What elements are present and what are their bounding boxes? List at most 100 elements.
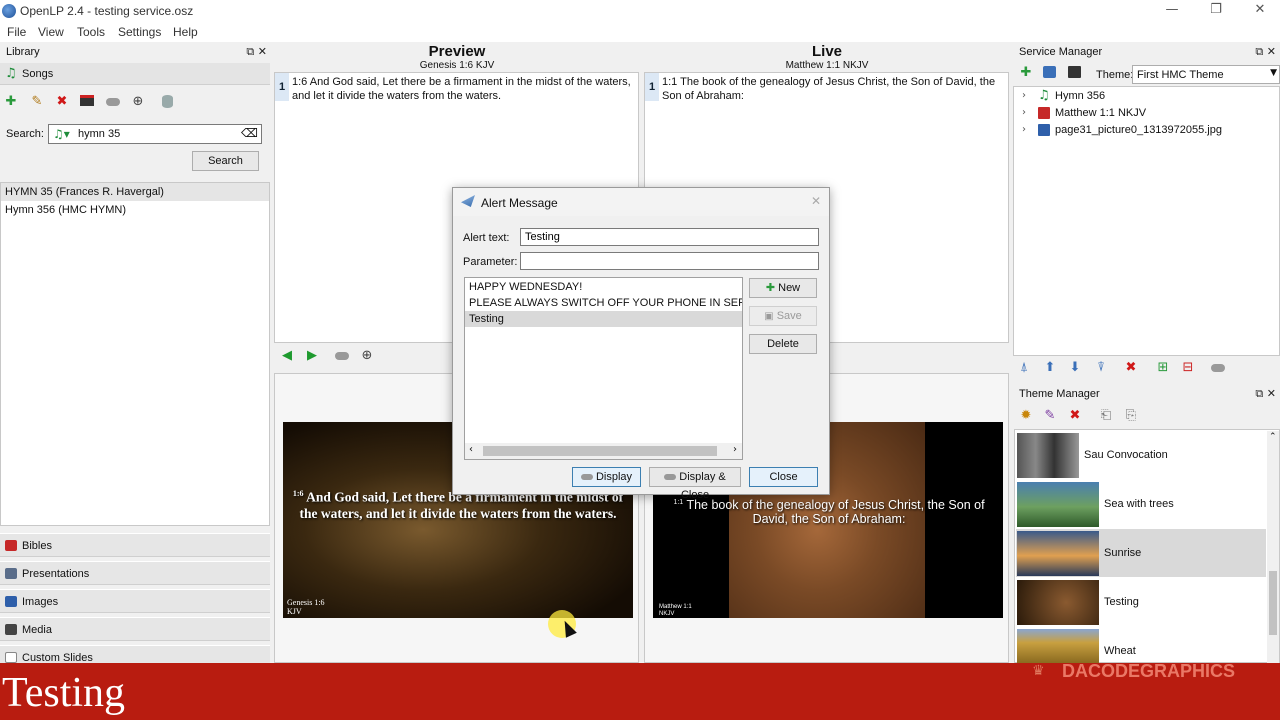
theme-thumbnail [1017,580,1099,625]
expand-chevron-icon[interactable]: › [1022,124,1026,135]
slide-row[interactable]: 1 1:6 And God said, Let there be a firma… [275,73,638,103]
search-label: Search: [6,128,44,140]
display-close-button[interactable]: Display & Close [649,467,741,501]
menu-view[interactable]: View [38,25,64,39]
search-button[interactable]: Search [192,151,259,171]
list-item-selected[interactable]: Testing [465,311,742,327]
new-service-icon[interactable]: ✚ [1019,66,1033,80]
category-label: Media [22,624,52,636]
move-down-icon[interactable]: ⬇ [1068,361,1082,375]
music-note-icon: ♫ [1038,88,1050,103]
database-icon[interactable] [162,95,176,109]
chevron-down-icon: ▼ [1270,68,1277,78]
open-service-icon[interactable] [1043,66,1057,80]
presentation-icon [5,568,17,579]
new-button[interactable]: ✚ New [749,278,817,298]
move-up-icon[interactable]: ⬆ [1043,361,1057,375]
go-live-icon[interactable] [335,349,349,363]
go-live-icon[interactable] [1211,361,1225,375]
scroll-left-icon[interactable]: ‹ [469,444,473,455]
parameter-input[interactable] [520,252,819,270]
dock-float-close-icons[interactable]: ⧉ ✕ [246,45,267,59]
menu-file[interactable]: File [7,25,26,39]
scroll-right-icon[interactable]: › [733,444,737,455]
menu-tools[interactable]: Tools [77,25,105,39]
theme-item[interactable]: Sau Convocation [1016,431,1266,479]
delete-song-icon[interactable]: ✖ [55,95,69,109]
category-images[interactable]: Images [0,589,270,613]
list-item[interactable]: PLEASE ALWAYS SWITCH OFF YOUR PHONE IN S… [465,295,742,311]
search-input[interactable]: ♫▾ hymn 35 ⌫ [48,124,262,144]
theme-select[interactable]: First HMC Theme ▼ [1132,65,1280,84]
export-theme-icon[interactable]: ⎘ [1124,409,1138,423]
menu-settings[interactable]: Settings [118,25,161,39]
list-item[interactable]: HYMN 35 (Frances R. Havergal) [1,183,269,201]
expand-chevron-icon[interactable]: › [1022,107,1026,118]
alert-banner: Testing ♛ DACODEGRAPHICS [0,661,1280,720]
save-service-icon[interactable] [1068,66,1082,80]
footer-reference: Matthew 1:1 [659,604,692,610]
category-presentations[interactable]: Presentations [0,561,270,585]
slide-number: 1 [275,73,289,101]
horizontal-scrollbar[interactable]: ‹ › [465,443,742,459]
collapse-all-icon[interactable]: ⊟ [1181,361,1195,375]
add-to-service-icon[interactable]: ⊕ [131,95,145,109]
edit-song-icon[interactable]: ✎ [30,95,44,109]
import-theme-icon[interactable]: ⎗ [1099,409,1113,423]
category-media[interactable]: Media [0,617,270,641]
previous-slide-icon[interactable]: ◀ [280,349,294,363]
theme-item-selected[interactable]: Sunrise [1016,529,1266,577]
new-song-icon[interactable]: ✚ [4,95,18,109]
next-slide-icon[interactable]: ▶ [305,349,319,363]
theme-item[interactable]: Sea with trees [1016,480,1266,528]
watermark-text: DACODEGRAPHICS [1062,661,1236,681]
minimize-button[interactable]: — [1160,2,1184,20]
scrollbar-thumb[interactable] [483,446,717,456]
dialog-titlebar: Alert Message ✕ [453,188,829,216]
theme-label: Sunrise [1104,547,1142,559]
delete-item-icon[interactable]: ✖ [1124,361,1138,375]
slide-row[interactable]: 1 1:1 The book of the genealogy of Jesus… [645,73,1008,103]
new-theme-icon[interactable]: ✹ [1019,409,1033,423]
theme-list-scrollbar[interactable]: ⌃ [1267,431,1279,663]
song-type-dropdown-icon[interactable]: ♫▾ [53,127,70,141]
delete-theme-icon[interactable]: ✖ [1068,409,1082,423]
scrollbar-thumb[interactable] [1269,571,1277,635]
slide-text: 1:1 The book of the genealogy of Jesus C… [662,76,996,102]
songs-section-header[interactable]: ♫ Songs [0,63,270,85]
scroll-up-icon[interactable]: ⌃ [1269,431,1277,442]
close-window-button[interactable]: ✕ [1248,2,1272,20]
dock-float-close-icons[interactable]: ⧉ ✕ [1255,45,1276,59]
expand-all-icon[interactable]: ⊞ [1156,361,1170,375]
menu-help[interactable]: Help [173,25,198,39]
add-to-service-icon[interactable]: ⊕ [360,349,374,363]
close-button[interactable]: Close [749,467,818,487]
clear-search-icon[interactable]: ⌫ [241,126,258,140]
preview-song-icon[interactable] [80,95,94,109]
footer-reference: Genesis 1:6 [287,598,325,607]
live-song-icon[interactable] [106,95,120,109]
move-to-top-icon[interactable]: ⍋ [1017,361,1031,375]
save-button[interactable]: ▣ Save [749,306,817,326]
theme-item[interactable]: Wheat [1016,627,1266,663]
preview-subtitle: Genesis 1:6 KJV [419,60,495,71]
list-item[interactable]: Hymn 356 (HMC HYMN) [1,201,269,219]
edit-theme-icon[interactable]: ✎ [1043,409,1057,423]
move-to-bottom-icon[interactable]: ⍒ [1094,361,1108,375]
service-manager-panel: Service Manager ⧉ ✕ ✚ Theme: First HMC T… [1013,43,1280,383]
category-bibles[interactable]: Bibles [0,533,270,557]
theme-item[interactable]: Testing [1016,578,1266,626]
dock-float-close-icons[interactable]: ⧉ ✕ [1255,387,1276,401]
new-button-label: New [778,282,801,294]
category-label: Bibles [22,540,52,552]
display-button[interactable]: Display [572,467,641,487]
close-icon[interactable]: ✕ [811,194,821,208]
restore-button[interactable]: ❐ [1204,2,1228,20]
alert-text-input[interactable] [520,228,819,246]
list-item[interactable]: HAPPY WEDNESDAY! [465,279,742,295]
delete-button[interactable]: Delete [749,334,817,354]
live-subtitle: Matthew 1:1 NKJV [785,60,869,71]
theme-thumbnail [1017,629,1099,663]
music-note-icon: ♫ [5,66,17,81]
expand-chevron-icon[interactable]: › [1022,90,1026,101]
